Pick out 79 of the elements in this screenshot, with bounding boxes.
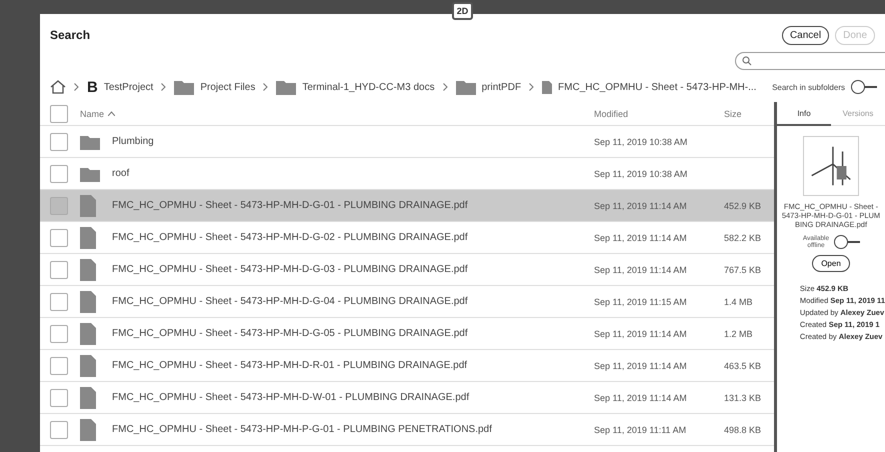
pdf-file-icon bbox=[80, 226, 96, 248]
file-row[interactable]: FMC_HC_OPMHU - Sheet - 5473-HP-MH-D-G-01 - PLUMBING DRAINAGE.pdf Sep 11, 2019 11:14 AM 452.9 KB bbox=[40, 190, 774, 222]
row-checkbox[interactable] bbox=[50, 132, 68, 150]
modified-date: Sep 11, 2019 11:14 AM bbox=[594, 200, 688, 210]
pdf-file-icon bbox=[80, 258, 96, 280]
folder-icon bbox=[276, 79, 296, 95]
file-name: FMC_HC_OPMHU - Sheet - 5473-HP-MH-D-G-01 - PLUMBING DRAINAGE.pdf bbox=[112, 200, 469, 211]
modified-date: Sep 11, 2019 11:15 AM bbox=[594, 296, 688, 306]
dialog-button[interactable]: Cancel bbox=[782, 26, 830, 44]
breadcrumb-link[interactable]: printPDF bbox=[482, 82, 522, 92]
pdf-file-icon bbox=[80, 386, 96, 408]
search-icon bbox=[742, 56, 752, 66]
column-header[interactable]: Name bbox=[80, 108, 594, 118]
modified-date: Sep 11, 2019 11:14 AM bbox=[594, 264, 688, 274]
row-checkbox[interactable] bbox=[50, 420, 68, 438]
file-size: 463.5 KB bbox=[724, 360, 762, 370]
file-name: FMC_HC_OPMHU - Sheet - 5473-HP-MH-D-G-04 - PLUMBING DRAINAGE.pdf bbox=[112, 296, 469, 307]
pdf-file-icon bbox=[80, 418, 96, 440]
folder-icon bbox=[174, 79, 194, 95]
pdf-file-icon bbox=[80, 194, 96, 216]
file-name: FMC_HC_OPMHU - Sheet - 5473-HP-MH-D-G-02 - PLUMBING DRAINAGE.pdf bbox=[112, 232, 469, 243]
chevron-icon bbox=[74, 83, 79, 91]
file-size: 767.5 KB bbox=[724, 264, 762, 274]
modified-date: Sep 11, 2019 11:14 AM bbox=[594, 392, 688, 402]
modified-date: Sep 11, 2019 10:38 AM bbox=[594, 136, 688, 146]
row-checkbox[interactable] bbox=[50, 260, 68, 278]
row-checkbox[interactable] bbox=[50, 388, 68, 406]
file-name: FMC_HC_OPMHU - Sheet - 5473-HP-MH-D-R-01 - PLUMBING DRAINAGE.pdf bbox=[112, 360, 468, 371]
home-icon[interactable] bbox=[50, 80, 66, 94]
chevron-icon bbox=[161, 83, 166, 91]
folder-icon bbox=[80, 134, 100, 150]
file-size: 452.9 KB bbox=[724, 200, 762, 210]
pdf-file-icon bbox=[80, 322, 96, 344]
chevron-icon bbox=[442, 83, 448, 91]
chevron-icon bbox=[263, 83, 268, 91]
offline-toggle[interactable] bbox=[834, 235, 860, 249]
row-checkbox[interactable] bbox=[50, 164, 68, 182]
breadcrumb-link[interactable]: Terminal-1_HYD-CC-M3 docs bbox=[302, 82, 435, 92]
pdf-file-icon bbox=[80, 354, 96, 376]
file-size: 131.3 KB bbox=[724, 392, 762, 402]
breadcrumb-link[interactable]: TestProject bbox=[104, 82, 154, 92]
modified-date: Sep 11, 2019 10:38 AM bbox=[594, 168, 688, 178]
column-header[interactable]: Modified bbox=[594, 108, 724, 118]
file-name: FMC_HC_OPMHU - Sheet - 5473-HP-MH-D-G-05 - PLUMBING DRAINAGE.pdf bbox=[112, 328, 469, 339]
open-button[interactable]: Open bbox=[812, 255, 850, 272]
file-size: 1.4 MB bbox=[724, 296, 754, 306]
file-icon bbox=[542, 80, 552, 94]
subfolders-toggle[interactable] bbox=[851, 80, 877, 94]
sheet-thumbnail bbox=[803, 136, 859, 196]
folder-icon bbox=[456, 79, 476, 95]
2d-icon[interactable]: 2D bbox=[452, 2, 474, 20]
file-name: FMC_HC_OPMHU - Sheet - 5473-HP-MH-D-G-03 - PLUMBING DRAINAGE.pdf bbox=[112, 264, 469, 275]
modified-date: Sep 11, 2019 11:11 AM bbox=[594, 424, 688, 434]
pdf-file-icon bbox=[80, 290, 96, 312]
file-name: FMC_HC_OPMHU - Sheet - 5473-HP-MH-D-W-01 - PLUMBING DRAINAGE.pdf bbox=[112, 392, 470, 403]
file-name: FMC_HC_OPMHU - Sheet - 5473-HP-MH-P-G-01 - PLUMBING PENETRATIONS.pdf bbox=[112, 424, 493, 435]
breadcrumb-link[interactable]: FMC_HC_OPMHU - Sheet - 5473-HP-MH-... bbox=[558, 82, 756, 92]
breadcrumb-link[interactable]: Project Files bbox=[200, 82, 256, 92]
row-checkbox[interactable] bbox=[50, 292, 68, 310]
file-size: 498.8 KB bbox=[724, 424, 762, 434]
modified-date: Sep 11, 2019 11:14 AM bbox=[594, 328, 688, 338]
file-size: 1.2 MB bbox=[724, 328, 754, 338]
row-checkbox[interactable] bbox=[50, 356, 68, 374]
file-name: roof bbox=[112, 168, 130, 179]
modified-date: Sep 11, 2019 11:14 AM bbox=[594, 360, 688, 370]
folder-icon bbox=[80, 166, 100, 182]
modified-date: Sep 11, 2019 11:14 AM bbox=[594, 232, 688, 242]
row-checkbox[interactable] bbox=[50, 324, 68, 342]
subfolders-label: Search in subfolders bbox=[772, 82, 845, 92]
search-field[interactable] bbox=[735, 52, 885, 70]
project-logo: B bbox=[87, 78, 98, 96]
select-all-checkbox[interactable] bbox=[50, 104, 68, 122]
column-header[interactable]: Size bbox=[724, 108, 774, 118]
row-checkbox[interactable] bbox=[50, 228, 68, 246]
dialog-title: Search bbox=[50, 28, 90, 42]
chevron-icon bbox=[529, 83, 534, 91]
row-checkbox[interactable] bbox=[50, 196, 68, 214]
file-name: Plumbing bbox=[112, 136, 155, 147]
file-size: 582.2 KB bbox=[724, 232, 762, 242]
